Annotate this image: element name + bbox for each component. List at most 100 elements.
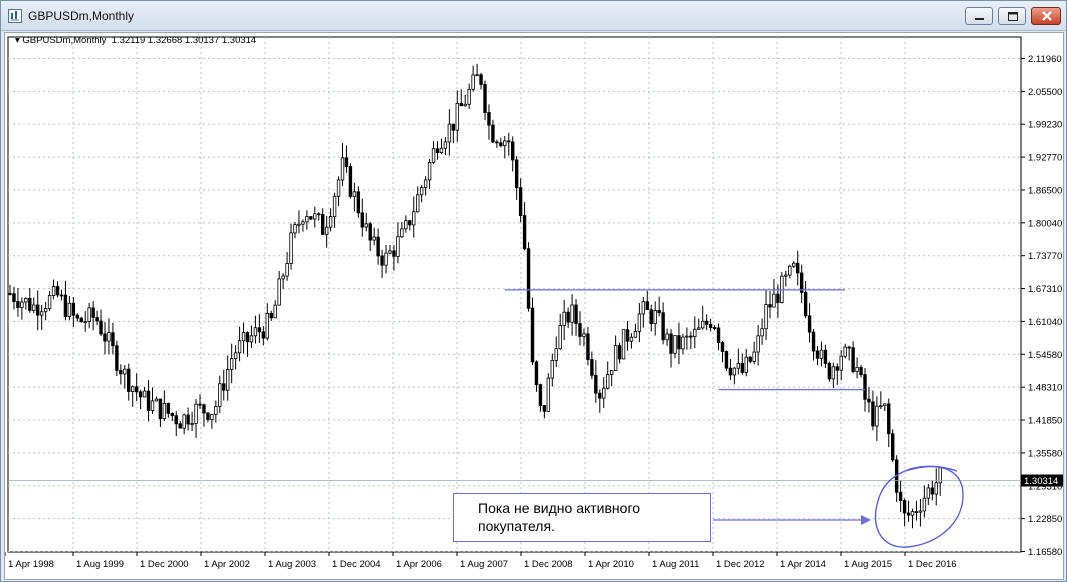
annotation-textbox[interactable]: Пока не видно активного покупателя. [453, 493, 711, 542]
candle-body [408, 220, 412, 226]
candle-body [697, 327, 701, 330]
candle-body [906, 512, 911, 516]
candle-body [451, 123, 456, 131]
candle-body [534, 361, 539, 386]
candle-body [67, 302, 72, 318]
candle-body [914, 511, 919, 514]
candle-body [431, 148, 436, 163]
y-tick-label: 1.48310 [1028, 383, 1062, 394]
title-bar[interactable]: GBPUSDm,Monthly [1, 1, 1066, 31]
candle-body [708, 323, 713, 328]
candle-body [930, 487, 934, 495]
candle-body [340, 157, 345, 181]
candle-body [99, 320, 103, 335]
candle-body [376, 236, 380, 257]
candle-body [281, 275, 285, 280]
chart-symbol: GBPUSDm,Monthly [22, 35, 107, 46]
candle-body [898, 491, 903, 501]
candle-body [562, 311, 566, 326]
candle-body [63, 294, 68, 318]
candle-body [784, 274, 788, 277]
candle-body [760, 328, 764, 337]
candle-body [20, 301, 24, 308]
candle-body [511, 141, 515, 161]
candle-body [507, 140, 511, 143]
y-tick-label: 1.86500 [1028, 185, 1062, 196]
candle-body [574, 304, 578, 325]
candle-body [416, 194, 420, 213]
candle-body [736, 362, 741, 369]
candle-body [792, 262, 796, 267]
y-tick-label: 1.41850 [1028, 416, 1062, 427]
candle-body [463, 103, 467, 107]
candle-body [922, 497, 927, 512]
y-tick-label: 2.11960 [1028, 54, 1062, 65]
candle-body [653, 310, 657, 325]
candle-body [380, 255, 384, 266]
candle-body [598, 392, 602, 399]
current-price-label: 1.30314 [1024, 476, 1058, 487]
candle-body [740, 362, 744, 373]
x-tick-label: 1 Aug 2011 [652, 559, 699, 570]
candle-body [427, 161, 432, 181]
candle-body [186, 414, 190, 425]
candle-body [685, 335, 689, 338]
candle-body [289, 232, 293, 264]
window-title: GBPUSDm,Monthly [28, 9, 135, 23]
candle-body [233, 352, 238, 360]
x-tick-label: 1 Apr 2010 [588, 559, 634, 570]
candle-body [16, 301, 20, 308]
candle-body [352, 191, 357, 197]
candle-body [657, 310, 661, 314]
chart-menu-arrow-icon[interactable]: ▾ [15, 35, 20, 46]
x-tick-label: 1 Aug 1999 [76, 559, 124, 570]
candle-body [855, 367, 859, 372]
candle-body [768, 304, 772, 308]
x-tick-label: 1 Dec 2016 [908, 559, 957, 570]
candle-body [91, 307, 95, 318]
candle-body [483, 84, 487, 113]
y-tick-label: 1.35580 [1028, 448, 1062, 459]
x-tick-label: 1 Aug 2003 [268, 559, 316, 570]
minimize-button[interactable] [965, 7, 993, 25]
candle-body [348, 166, 353, 197]
candle-body [419, 187, 424, 196]
candle-body [701, 320, 705, 329]
candle-body [305, 216, 309, 223]
y-tick-label: 1.61040 [1028, 317, 1062, 328]
candle-body [336, 179, 341, 197]
candle-body [582, 333, 586, 337]
candle-body [400, 228, 404, 238]
candle-body [590, 359, 594, 376]
candle-body [851, 347, 855, 372]
candle-body [788, 265, 792, 276]
candle-body [807, 315, 812, 333]
candle-body [491, 124, 495, 143]
candle-body [162, 402, 167, 420]
candle-body [95, 317, 99, 322]
candle-body [728, 367, 733, 376]
candle-body [123, 368, 127, 375]
candle-body [879, 405, 883, 408]
candle-body [681, 336, 685, 350]
candle-body [772, 293, 776, 308]
candle-body [467, 88, 471, 105]
candle-body [554, 348, 558, 361]
candle-body [863, 374, 867, 400]
candle-body [776, 293, 780, 303]
candle-body [293, 224, 297, 234]
candle-body [301, 221, 305, 225]
candle-body [831, 366, 836, 380]
candle-body [8, 293, 12, 295]
maximize-button[interactable] [998, 7, 1026, 25]
candle-body [28, 298, 32, 311]
x-tick-label: 1 Aug 2007 [460, 559, 508, 570]
candle-body [368, 223, 372, 241]
close-button[interactable] [1031, 7, 1061, 25]
candle-body [546, 377, 551, 412]
candle-body [202, 404, 206, 414]
candle-body [51, 286, 56, 296]
candle-body [471, 74, 475, 90]
candle-body [633, 330, 638, 338]
candle-body [518, 187, 523, 216]
